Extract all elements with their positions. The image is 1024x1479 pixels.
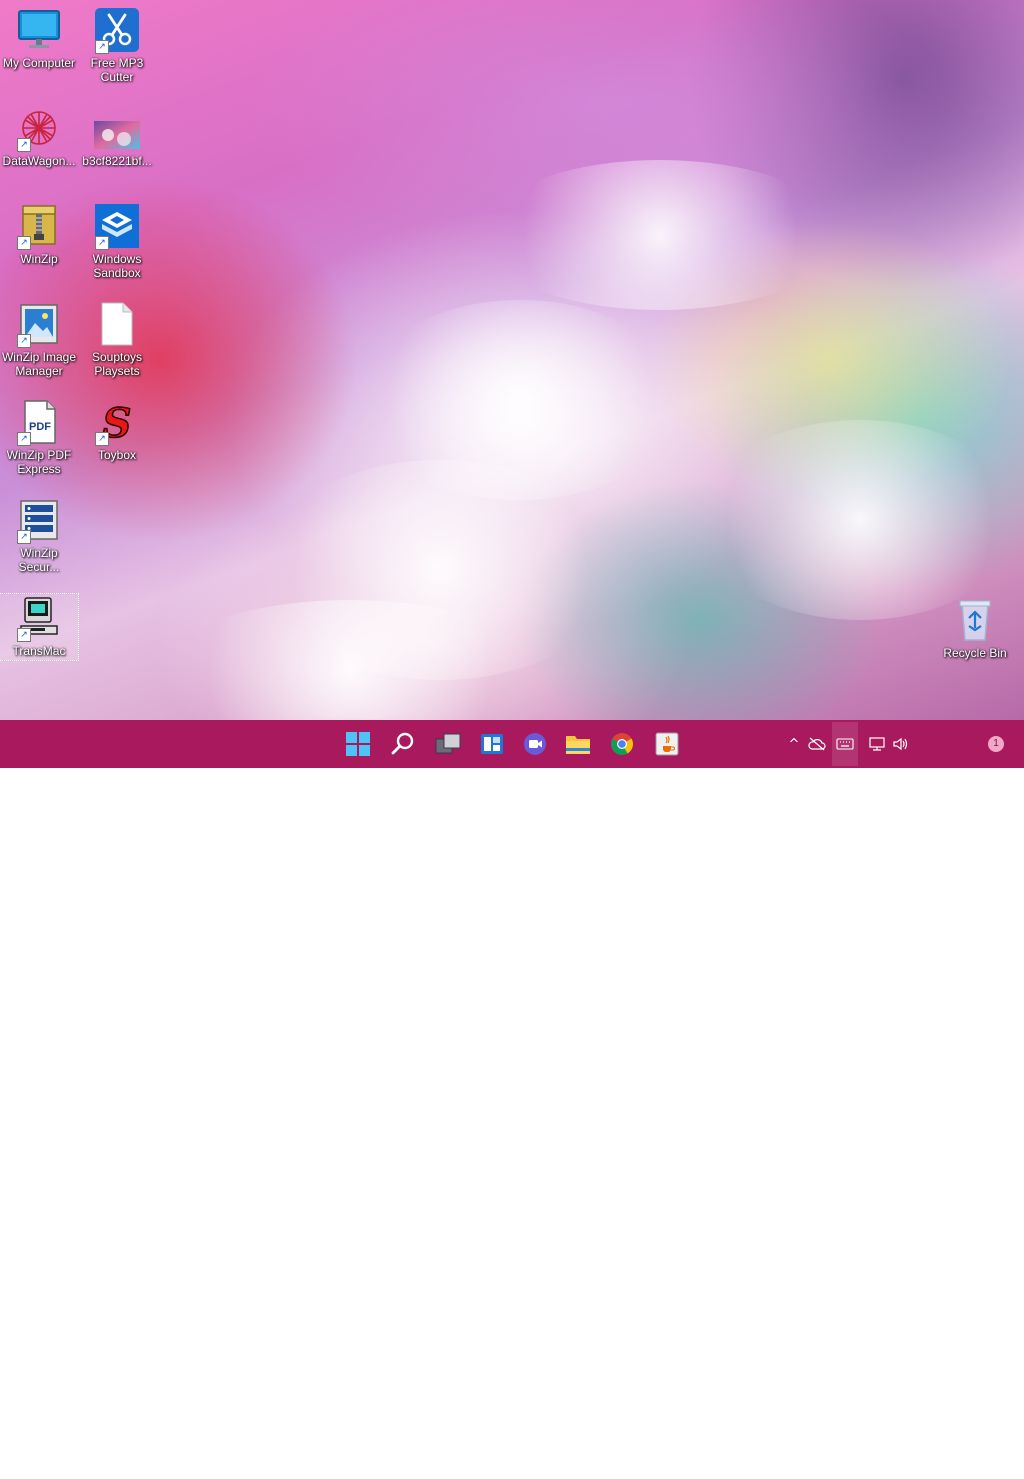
image-manager-icon: ↗ bbox=[15, 300, 63, 348]
desktop-icon-winzip-image-manager[interactable]: ↗ WinZip Image Manager bbox=[0, 300, 78, 378]
blank-file-icon bbox=[93, 300, 141, 348]
shortcut-arrow-icon: ↗ bbox=[17, 334, 31, 348]
taskbar-clock[interactable]: 5:23 AM 7/23/2022 bbox=[918, 1447, 998, 1479]
icon-label: TransMac bbox=[12, 644, 66, 658]
pdf-icon: PDF ↗ bbox=[15, 398, 63, 446]
shortcut-arrow-icon: ↗ bbox=[17, 236, 31, 250]
image-thumbnail-icon bbox=[93, 118, 141, 152]
task-view-button[interactable] bbox=[432, 728, 464, 760]
desktop-icon-souptoys-playsets[interactable]: Souptoys Playsets bbox=[78, 300, 156, 378]
icon-label: WinZip Secur... bbox=[18, 546, 60, 574]
onedrive-offline-icon[interactable] bbox=[806, 732, 828, 756]
file-explorer-button[interactable] bbox=[562, 728, 594, 760]
chrome-button[interactable] bbox=[606, 728, 638, 760]
java-button[interactable] bbox=[651, 728, 683, 760]
wallpaper-cloud bbox=[480, 160, 840, 310]
chat-camera-icon bbox=[524, 733, 546, 755]
desktop-icon-my-computer[interactable]: My Computer bbox=[0, 6, 78, 70]
keyboard-icon bbox=[836, 738, 854, 750]
network-icon[interactable] bbox=[866, 732, 888, 756]
volume-icon[interactable] bbox=[890, 732, 912, 756]
desktop-icon-datawagon[interactable]: ↗ DataWagon... bbox=[0, 104, 78, 168]
search-icon bbox=[391, 732, 414, 755]
shortcut-arrow-icon: ↗ bbox=[17, 432, 31, 446]
desktop-icon-recycle-bin[interactable]: Recycle Bin bbox=[936, 596, 1014, 660]
icon-label: b3cf8221bf... bbox=[82, 154, 152, 168]
icon-label: WinZip Image Manager bbox=[1, 350, 77, 378]
desktop-icon-winzip-secure[interactable]: ↗ WinZip Secur... bbox=[0, 496, 78, 574]
shortcut-arrow-icon: ↗ bbox=[17, 530, 31, 544]
desktop-icon-winzip-pdf-express[interactable]: PDF ↗ WinZip PDF Express bbox=[0, 398, 78, 476]
desktop-icon-windows-sandbox[interactable]: ↗ Windows Sandbox bbox=[78, 202, 156, 280]
clock-date: 7/23/2022 bbox=[931, 1464, 985, 1478]
icon-label: Free MP3 Cutter bbox=[90, 56, 144, 84]
icon-label: WinZip PDF Express bbox=[6, 448, 72, 476]
toybox-s-icon: S ↗ bbox=[93, 398, 141, 446]
desktop-icon-image-file[interactable]: b3cf8221bf... bbox=[78, 118, 156, 168]
desktop-icon-winzip[interactable]: ↗ WinZip bbox=[0, 202, 78, 266]
scissors-icon: ↗ bbox=[93, 6, 141, 54]
monitor-icon bbox=[15, 6, 63, 54]
chat-button[interactable] bbox=[519, 728, 551, 760]
icon-label: Recycle Bin bbox=[943, 646, 1007, 660]
task-view-icon bbox=[435, 733, 461, 754]
icon-label: WinZip bbox=[20, 252, 58, 266]
notification-badge[interactable]: 1 bbox=[988, 736, 1004, 752]
shortcut-arrow-icon: ↗ bbox=[95, 236, 109, 250]
widgets-icon bbox=[481, 734, 503, 754]
shortcut-arrow-icon: ↗ bbox=[95, 40, 109, 54]
icon-label: Windows Sandbox bbox=[92, 252, 142, 280]
search-button[interactable] bbox=[387, 728, 419, 760]
java-icon bbox=[655, 732, 679, 756]
datawagon-icon: ↗ bbox=[15, 104, 63, 152]
windows-start-icon bbox=[346, 732, 370, 756]
desktop-icon-toybox[interactable]: S ↗ Toybox bbox=[78, 398, 156, 462]
sandbox-icon: ↗ bbox=[93, 202, 141, 250]
icon-label: Toybox bbox=[97, 448, 137, 462]
wallpaper-cloud bbox=[700, 420, 1020, 620]
start-button[interactable] bbox=[342, 728, 374, 760]
show-hidden-icons-chevron[interactable]: ^ bbox=[783, 732, 805, 756]
chrome-icon bbox=[611, 733, 633, 755]
shortcut-arrow-icon: ↗ bbox=[17, 628, 31, 642]
icon-label: DataWagon... bbox=[2, 154, 76, 168]
recycle-bin-icon bbox=[951, 596, 999, 644]
desktop-icon-transmac[interactable]: ↗ TransMac bbox=[0, 593, 79, 661]
shortcut-arrow-icon: ↗ bbox=[17, 138, 31, 152]
shortcut-arrow-icon: ↗ bbox=[95, 432, 109, 446]
icon-label: My Computer bbox=[2, 56, 76, 70]
desktop-icon-free-mp3-cutter[interactable]: ↗ Free MP3 Cutter bbox=[78, 6, 156, 84]
winzip-secure-icon: ↗ bbox=[15, 496, 63, 544]
taskbar: ^ 5:23 AM 7/23/2022 1 bbox=[0, 720, 1024, 1478]
transmac-icon: ↗ bbox=[15, 594, 63, 642]
desktop-wallpaper[interactable]: My Computer ↗ DataWagon... ↗ WinZip ↗ Wi… bbox=[0, 0, 1024, 720]
icon-label: Souptoys Playsets bbox=[91, 350, 143, 378]
winzip-icon: ↗ bbox=[15, 202, 63, 250]
clock-time: 5:23 AM bbox=[935, 1448, 981, 1462]
widgets-button[interactable] bbox=[476, 728, 508, 760]
touch-keyboard-button[interactable] bbox=[832, 722, 858, 766]
svg-text:PDF: PDF bbox=[29, 421, 51, 433]
folder-icon bbox=[566, 736, 590, 754]
